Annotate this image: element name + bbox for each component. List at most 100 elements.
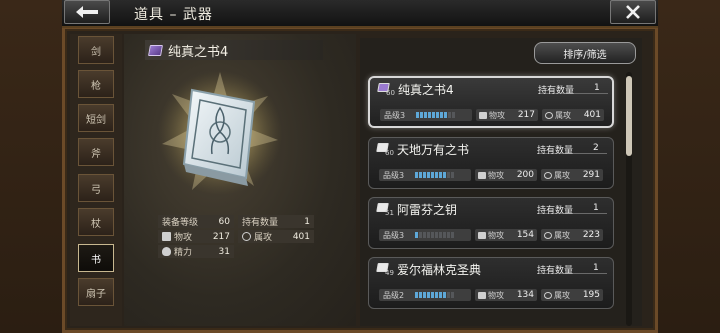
rank-segment (420, 112, 423, 118)
rank-segment (419, 232, 422, 238)
spirit-label: 精力 (174, 248, 193, 258)
rank-segment (443, 232, 446, 238)
rank-segment (416, 112, 419, 118)
owned-label: 持有数量 (537, 206, 574, 216)
item-name: 阿雷芬之钥 (397, 203, 458, 217)
phys-atk: 物攻 154 (475, 229, 537, 241)
rank-segment (439, 232, 442, 238)
equip-level-value: 60 (218, 216, 230, 227)
phys-atk-value: 200 (516, 170, 534, 180)
sword-icon (478, 171, 486, 179)
rank-segment (444, 112, 447, 118)
rank-segment (427, 232, 430, 238)
rank-bar: 品级2 (379, 289, 471, 301)
rank-label: 品级3 (383, 170, 405, 180)
rank-segment (431, 172, 434, 178)
rank-segment (427, 292, 430, 298)
rank-segment (451, 292, 454, 298)
tab-7[interactable]: 扇子 (78, 278, 114, 306)
rank-bar: 品级3 (379, 229, 471, 241)
item-card[interactable]: 60 天地万有之书 持有数量 2 品级3 物攻 200 属攻 291 (368, 137, 614, 189)
item-level: 49 (385, 269, 394, 277)
magic-icon (242, 232, 251, 241)
list-scrollbar[interactable] (626, 72, 632, 326)
attr-atk-label: 属攻 (554, 170, 570, 180)
rank-label: 品级2 (383, 290, 405, 300)
phys-atk-row: 物攻 217 (158, 230, 234, 243)
rank-segment (419, 292, 422, 298)
attr-atk-row: 属攻 401 (238, 230, 314, 243)
attr-atk-label: 属攻 (555, 110, 571, 120)
attr-atk-value: 401 (292, 231, 310, 242)
rank-segment (431, 292, 434, 298)
close-icon (626, 5, 640, 19)
rank-segment (435, 292, 438, 298)
rank-segment (447, 232, 450, 238)
item-name: 天地万有之书 (397, 143, 470, 157)
item-name: 纯真之书4 (398, 83, 454, 97)
tab-0[interactable]: 剑 (78, 36, 114, 64)
rank-segment (432, 112, 435, 118)
tab-4[interactable]: 弓 (78, 174, 114, 202)
rank-segment (423, 292, 426, 298)
back-button[interactable] (64, 0, 110, 24)
rank-bar: 品级3 (380, 109, 472, 121)
rank-segments (416, 112, 455, 118)
phys-atk-value: 154 (516, 230, 534, 240)
attr-atk: 属攻 401 (542, 109, 604, 121)
rank-label: 品级3 (383, 230, 405, 240)
arrow-left-icon (76, 6, 98, 18)
rank-segment (423, 172, 426, 178)
rank-segment (452, 112, 455, 118)
owned-value: 1 (593, 263, 599, 273)
rank-bar: 品级3 (379, 169, 471, 181)
owned-value: 2 (593, 143, 599, 153)
rank-segment (443, 172, 446, 178)
tab-2[interactable]: 短剑 (78, 104, 114, 132)
equip-level-label: 装备等级 (162, 218, 199, 228)
phys-atk-label: 物攻 (489, 110, 505, 120)
sword-icon (478, 291, 486, 299)
sort-filter-button[interactable]: 排序/筛选 (534, 42, 636, 64)
phys-atk: 物攻 217 (476, 109, 538, 121)
phys-atk-label: 物攻 (174, 233, 193, 243)
attr-atk-label: 属攻 (554, 230, 570, 240)
owned-value: 1 (593, 203, 599, 213)
item-card[interactable]: 51 阿雷芬之钥 持有数量 1 品级3 物攻 154 属攻 223 (368, 197, 614, 249)
rank-segment (435, 172, 438, 178)
rank-segment (439, 292, 442, 298)
item-card[interactable]: 60 纯真之书4 持有数量 1 品级3 物攻 217 属攻 401 (368, 76, 614, 128)
phys-atk: 物攻 200 (475, 169, 537, 181)
close-button[interactable] (610, 0, 656, 24)
magic-icon (544, 291, 552, 299)
potion-icon (162, 247, 171, 256)
rank-segments (415, 232, 454, 238)
rank-segment (427, 172, 430, 178)
rank-segment (435, 232, 438, 238)
rank-segment (440, 112, 443, 118)
owned-label: 持有数量 (537, 146, 574, 156)
tab-6[interactable]: 书 (78, 244, 114, 272)
tab-5[interactable]: 杖 (78, 208, 114, 236)
tab-3[interactable]: 斧 (78, 138, 114, 166)
spirit-row: 精力 31 (158, 245, 234, 258)
attr-atk-label: 属攻 (254, 233, 273, 243)
owned-row: 持有数量 1 (238, 215, 314, 228)
attr-atk-label: 属攻 (554, 290, 570, 300)
rank-segment (424, 112, 427, 118)
owned-label: 持有数量 (538, 86, 575, 96)
item-card[interactable]: 49 爱尔福林克圣典 持有数量 1 品级2 物攻 134 属攻 195 (368, 257, 614, 309)
item-level: 60 (385, 149, 394, 157)
owned-label: 持有数量 (537, 266, 574, 276)
magic-icon (544, 231, 552, 239)
scroll-thumb[interactable] (626, 76, 632, 156)
rank-segment (447, 292, 450, 298)
rank-segment (436, 112, 439, 118)
attr-atk: 属攻 195 (541, 289, 603, 301)
phys-atk-value: 134 (516, 290, 534, 300)
attr-atk-value: 195 (582, 290, 600, 300)
category-tabs: 剑枪短剑斧弓杖书扇子 (70, 34, 122, 326)
tab-1[interactable]: 枪 (78, 70, 114, 98)
owned-value: 1 (594, 83, 600, 93)
magic-icon (544, 171, 552, 179)
